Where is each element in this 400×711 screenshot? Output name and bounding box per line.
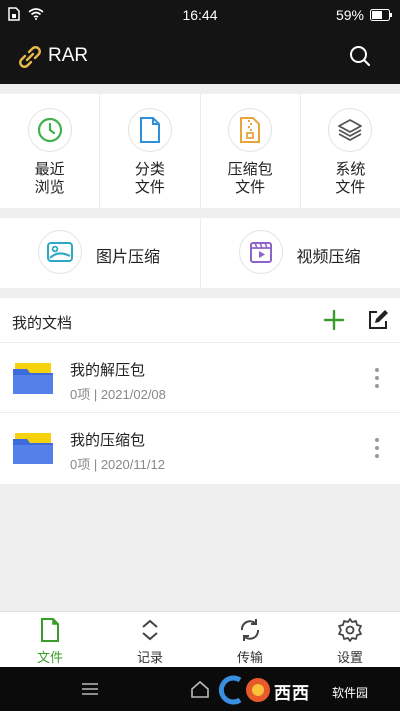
plus-icon[interactable] — [322, 308, 346, 332]
app-title: RAR — [48, 45, 89, 66]
my-documents-title: 我的文档 — [12, 314, 73, 332]
tab-records-label: 记录 — [136, 651, 163, 666]
tool-system[interactable]: 系统 文件 — [301, 94, 400, 208]
tool-video-compress-label: 视频压缩 — [296, 247, 361, 266]
home-icon[interactable] — [190, 679, 210, 699]
tool-category[interactable]: 分类 文件 — [100, 94, 201, 208]
status-right: 59% — [336, 7, 392, 23]
folder-name: 我的压缩包 — [70, 431, 146, 449]
edit-icon[interactable] — [366, 308, 390, 332]
watermark-sub: 软件园 — [332, 686, 369, 700]
document-icon — [139, 117, 160, 143]
app-bar: RAR — [0, 30, 400, 84]
watermark-logo: 西西 软件园 — [214, 674, 394, 706]
tool-image-compress-label: 图片压缩 — [96, 247, 161, 266]
tool-archive[interactable]: 压缩包 文件 — [201, 94, 301, 208]
zip-file-icon — [240, 117, 261, 143]
tool-archive-icon-wrap — [228, 108, 273, 152]
tool-category-label: 分类 文件 — [134, 160, 165, 196]
tool-grid: 最近 浏览 分类 文件 压缩包 文件 系统 文件 — [0, 94, 400, 208]
chevron-updown-icon — [142, 619, 158, 641]
watermark-text: 西西 — [274, 684, 310, 704]
menu-icon[interactable] — [80, 681, 100, 697]
tab-records[interactable]: 记录 — [100, 612, 200, 667]
folder-icon — [13, 363, 53, 394]
watermark-cr-icon — [218, 675, 270, 705]
search-icon[interactable] — [348, 44, 372, 68]
tool-image-compress-icon-wrap — [38, 230, 82, 274]
link-icon — [19, 46, 41, 68]
folder-meta: 0项 | 2020/11/12 — [70, 457, 165, 472]
more-vertical-icon[interactable] — [370, 437, 384, 459]
tool-system-label: 系统 文件 — [335, 160, 366, 196]
compress-grid: 图片压缩 视频压缩 — [0, 218, 400, 288]
list-item[interactable]: 我的压缩包 0项 | 2020/11/12 — [0, 413, 400, 483]
my-documents-header: 我的文档 — [0, 298, 400, 343]
battery-icon — [370, 9, 392, 21]
tool-video-compress-icon-wrap — [238, 230, 283, 274]
image-icon — [47, 242, 73, 262]
gear-icon — [338, 618, 362, 642]
video-icon — [249, 242, 272, 263]
more-vertical-icon[interactable] — [370, 367, 384, 389]
file-icon — [41, 618, 59, 642]
system-nav-bar: 西西 软件园 — [0, 667, 400, 711]
list-item[interactable]: 我的解压包 0项 | 2021/02/08 — [0, 343, 400, 413]
tool-recent-label: 最近 浏览 — [34, 160, 65, 196]
my-documents-panel: 我的文档 我的解压包 0项 | 2021/02/08 我的压缩包 0项 | 20… — [0, 298, 400, 484]
tool-recent-icon-wrap — [27, 108, 72, 152]
sync-icon — [240, 619, 260, 641]
folder-meta: 0项 | 2021/02/08 — [70, 387, 166, 402]
tool-archive-label: 压缩包 文件 — [227, 160, 273, 196]
folder-name: 我的解压包 — [70, 361, 146, 379]
tab-transfer-label: 传输 — [236, 651, 263, 666]
bottom-tab-bar: 文件 记录 传输 设置 — [0, 611, 400, 667]
folder-icon — [13, 433, 53, 464]
tool-video-compress[interactable]: 视频压缩 — [201, 218, 400, 288]
tab-settings-label: 设置 — [336, 651, 363, 666]
clock-icon — [37, 117, 62, 143]
tab-settings[interactable]: 设置 — [300, 612, 400, 667]
tab-transfer[interactable]: 传输 — [200, 612, 300, 667]
status-bar: 16:44 59% — [0, 0, 400, 30]
tab-file[interactable]: 文件 — [0, 612, 100, 667]
tool-category-icon-wrap — [127, 108, 172, 152]
layers-icon — [338, 119, 363, 141]
tool-image-compress[interactable]: 图片压缩 — [0, 218, 201, 288]
tab-file-label: 文件 — [36, 651, 63, 666]
tool-recent[interactable]: 最近 浏览 — [0, 94, 101, 208]
battery-percent: 59% — [335, 7, 364, 23]
tool-system-icon-wrap — [328, 108, 373, 152]
